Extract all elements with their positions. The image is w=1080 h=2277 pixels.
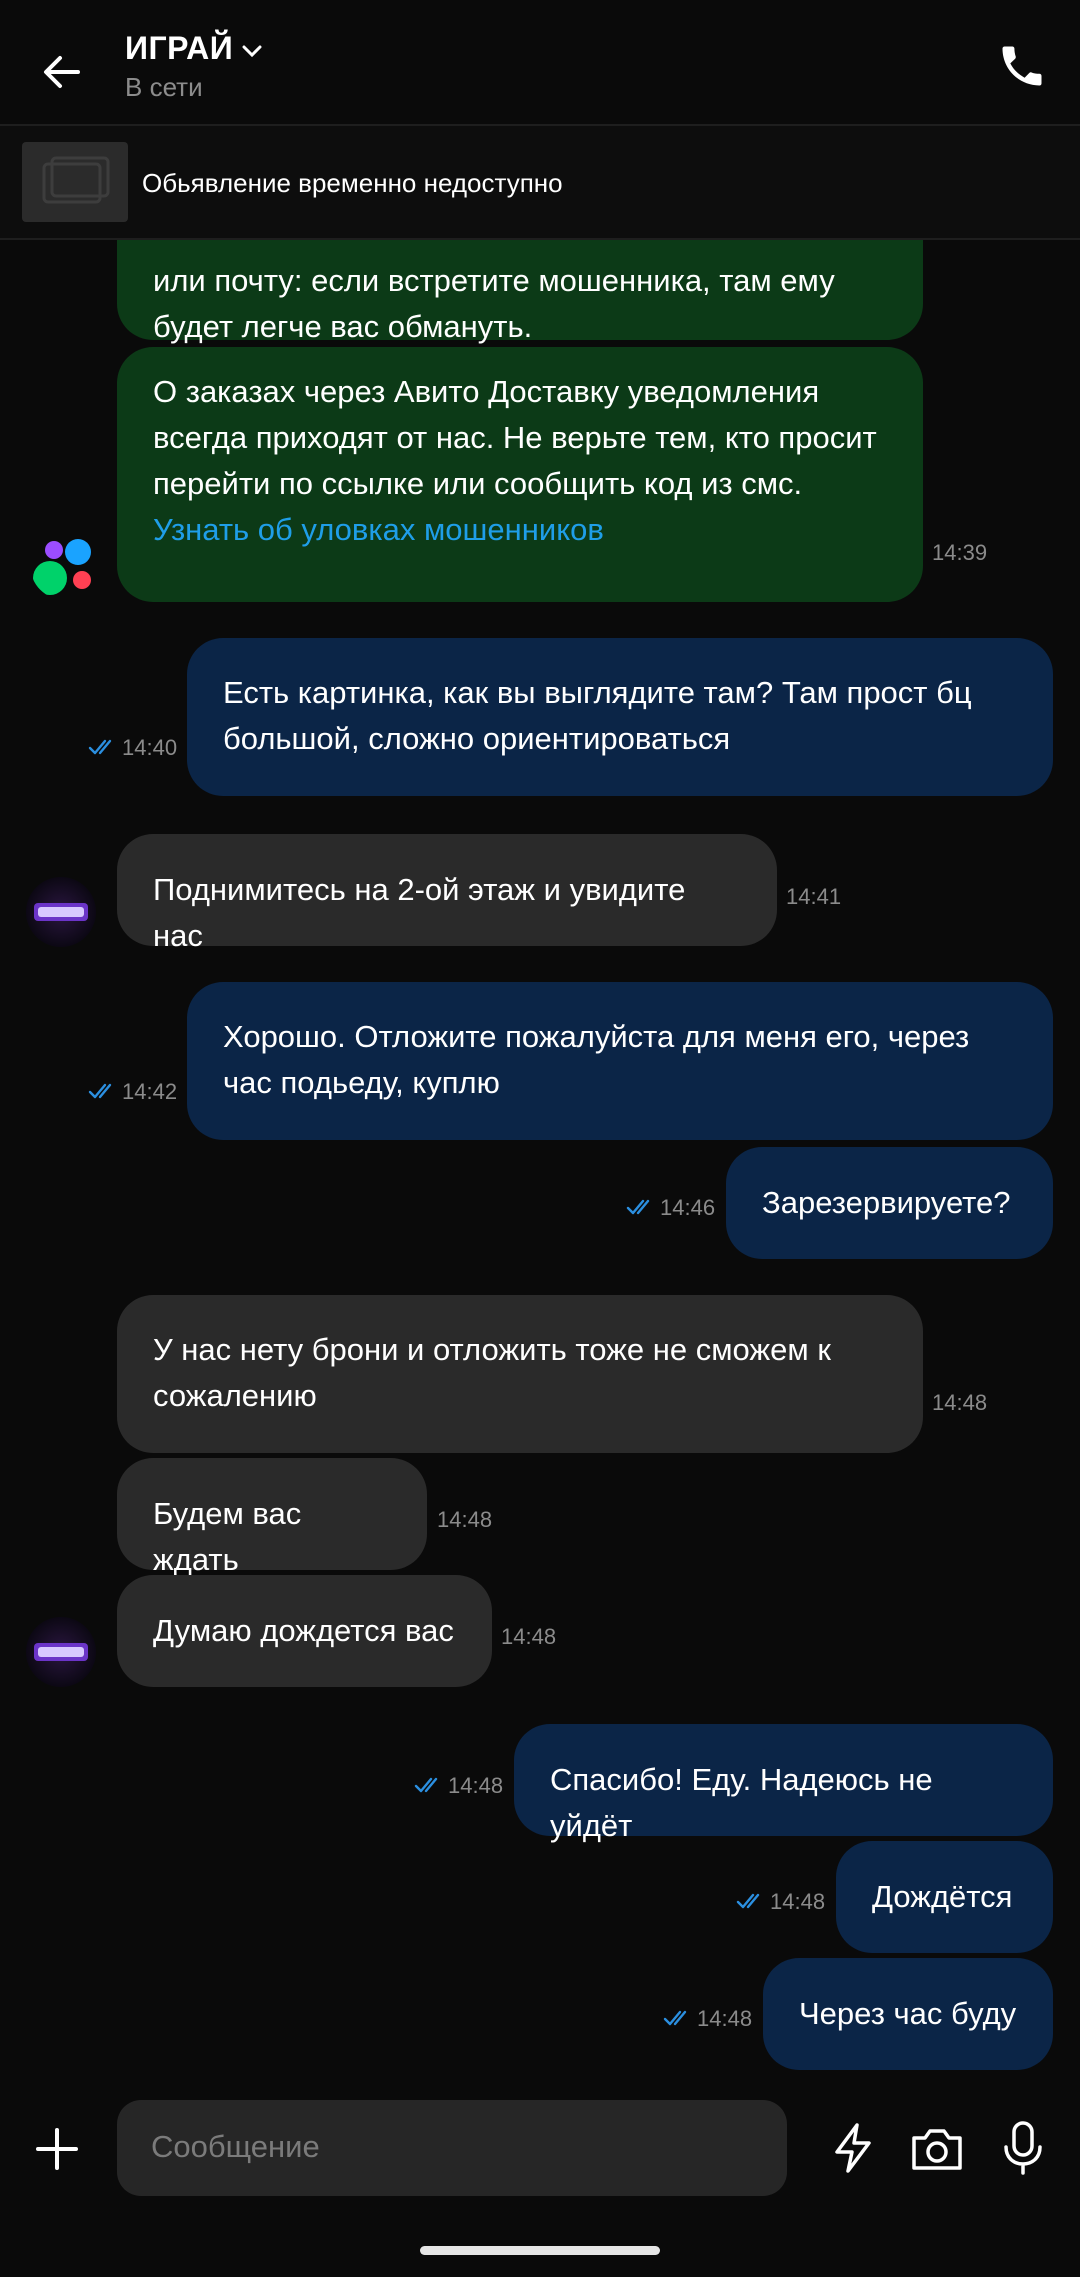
online-status: В сети	[125, 72, 203, 102]
message-text-line: будет легче вас обмануть.	[153, 309, 533, 344]
listing-thumbnail	[22, 142, 128, 222]
contact-name[interactable]: ИГРАЙ	[125, 30, 233, 67]
outgoing-message: Есть картинка, как вы выглядите там? Там…	[187, 638, 1053, 796]
double-check-icon	[663, 2010, 687, 2026]
message-text-line: Хорошо. Отложите пожалуйста для меня его…	[223, 1019, 970, 1054]
chat-header: ИГРАЙ В сети	[0, 0, 1080, 126]
incoming-message: У нас нету брони и отложить тоже не смож…	[117, 1295, 923, 1453]
outgoing-message: Зарезервируете?	[726, 1147, 1053, 1259]
message-text-line: Будем вас ждать	[153, 1496, 302, 1577]
seller-logo-icon	[34, 903, 88, 921]
message-text-line: перейти по ссылке или сообщить код из см…	[153, 466, 803, 501]
message-list[interactable]: или почту: если встретите мошенника, там…	[0, 240, 1080, 2092]
message-text-line: О заказах через Авито Доставку уведомлен…	[153, 374, 820, 409]
message-time: 14:48	[932, 1390, 988, 1415]
message-text-line: сожалению	[153, 1378, 317, 1413]
image-placeholder-icon	[42, 156, 110, 204]
incoming-message: Поднимитесь на 2-ой этаж и увидите нас	[117, 834, 777, 953]
message-time: 14:48	[770, 1889, 826, 1914]
outgoing-message: Спасибо! Еду. Надеюсь не уйдёт	[514, 1724, 1053, 1843]
lightning-icon[interactable]	[830, 2122, 876, 2174]
message-time: 14:48	[697, 2006, 753, 2031]
message-time: 14:42	[122, 1079, 178, 1104]
message-text-line: Поднимитесь на 2-ой этаж и увидите нас	[153, 872, 686, 953]
message-text-line: час подьеду, куплю	[223, 1065, 500, 1100]
double-check-icon	[414, 1777, 438, 1793]
message-time: 14:48	[448, 1773, 504, 1798]
message-time: 14:48	[437, 1507, 493, 1532]
message-time: 14:48	[501, 1624, 557, 1649]
message-text-line: Через час буду	[799, 1996, 1017, 2031]
message-text-line: Спасибо! Еду. Надеюсь не уйдёт	[550, 1762, 933, 1843]
message-text-line: Дождётся	[872, 1879, 1013, 1914]
phone-icon[interactable]	[996, 40, 1048, 92]
home-indicator[interactable]	[420, 2246, 660, 2255]
message-text-line: большой, сложно ориентироваться	[223, 721, 731, 756]
message-text-line: Зарезервируете?	[762, 1185, 1011, 1220]
message-text-line: всегда приходят от нас. Не верьте тем, к…	[153, 420, 877, 455]
message-text-line: или почту: если встретите мошенника, там…	[153, 263, 835, 298]
incoming-message: Думаю дождется вас	[117, 1575, 492, 1687]
outgoing-message: Через час буду	[763, 1958, 1053, 2070]
scam-tips-link[interactable]: Узнать об уловках мошенников	[153, 507, 887, 553]
plus-icon[interactable]	[34, 2126, 80, 2172]
outgoing-message: Хорошо. Отложите пожалуйста для меня его…	[187, 982, 1053, 1140]
system-message: О заказах через Авито Доставку уведомлен…	[117, 347, 923, 602]
microphone-icon[interactable]	[1000, 2120, 1046, 2176]
message-input-placeholder: Сообщение	[151, 2129, 320, 2164]
message-time: 14:40	[122, 735, 178, 760]
message-time: 14:41	[786, 884, 842, 909]
camera-icon[interactable]	[910, 2126, 964, 2172]
outgoing-message: Дождётся	[836, 1841, 1053, 1953]
message-time: 14:39	[932, 540, 988, 565]
seller-logo-icon	[34, 1643, 88, 1661]
message-text-line: У нас нету брони и отложить тоже не смож…	[153, 1332, 831, 1367]
double-check-icon	[626, 1199, 650, 1215]
back-arrow-icon[interactable]	[36, 46, 88, 98]
message-time: 14:46	[660, 1195, 716, 1220]
listing-banner[interactable]: Обьявление временно недоступно	[0, 126, 1080, 240]
message-text-line: Думаю дождется вас	[153, 1613, 454, 1648]
avito-avatar	[30, 530, 100, 600]
chevron-down-icon[interactable]	[240, 42, 264, 60]
seller-avatar	[26, 877, 96, 947]
avito-logo-icon	[33, 539, 91, 595]
message-text-line: Есть картинка, как вы выглядите там? Там…	[223, 675, 972, 710]
double-check-icon	[88, 739, 112, 755]
system-message: или почту: если встретите мошенника, там…	[117, 240, 923, 344]
double-check-icon	[88, 1083, 112, 1099]
listing-status-text: Обьявление временно недоступно	[142, 168, 563, 198]
incoming-message: Будем вас ждать	[117, 1458, 427, 1577]
seller-avatar	[26, 1617, 96, 1687]
double-check-icon	[736, 1893, 760, 1909]
